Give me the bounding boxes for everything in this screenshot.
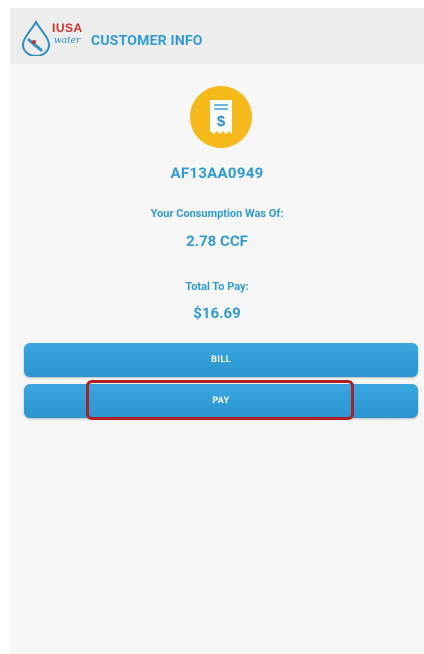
logo-brand-text: IUSA [52, 21, 83, 35]
consumption-label: Your Consumption Was Of: [150, 207, 284, 220]
logo-sub-text: water [54, 36, 81, 46]
account-number: AF13AA0949 [170, 164, 264, 182]
receipt-dollar-icon: $ [190, 86, 252, 148]
customer-info-screen: IUSA water CUSTOMER INFO $ AF13AA0949 Yo… [10, 8, 424, 654]
svg-text:$: $ [217, 113, 226, 130]
page-title: CUSTOMER INFO [91, 33, 203, 49]
bill-button[interactable]: BILL [24, 343, 418, 377]
pay-button[interactable]: PAY [24, 384, 418, 418]
total-label: Total To Pay: [185, 280, 249, 293]
consumption-value: 2.78 CCF [186, 232, 248, 250]
iusa-water-logo: IUSA water [20, 20, 90, 56]
app-header: IUSA water CUSTOMER INFO [10, 8, 424, 64]
water-drop-icon [21, 20, 51, 56]
total-value: $16.69 [193, 304, 241, 322]
